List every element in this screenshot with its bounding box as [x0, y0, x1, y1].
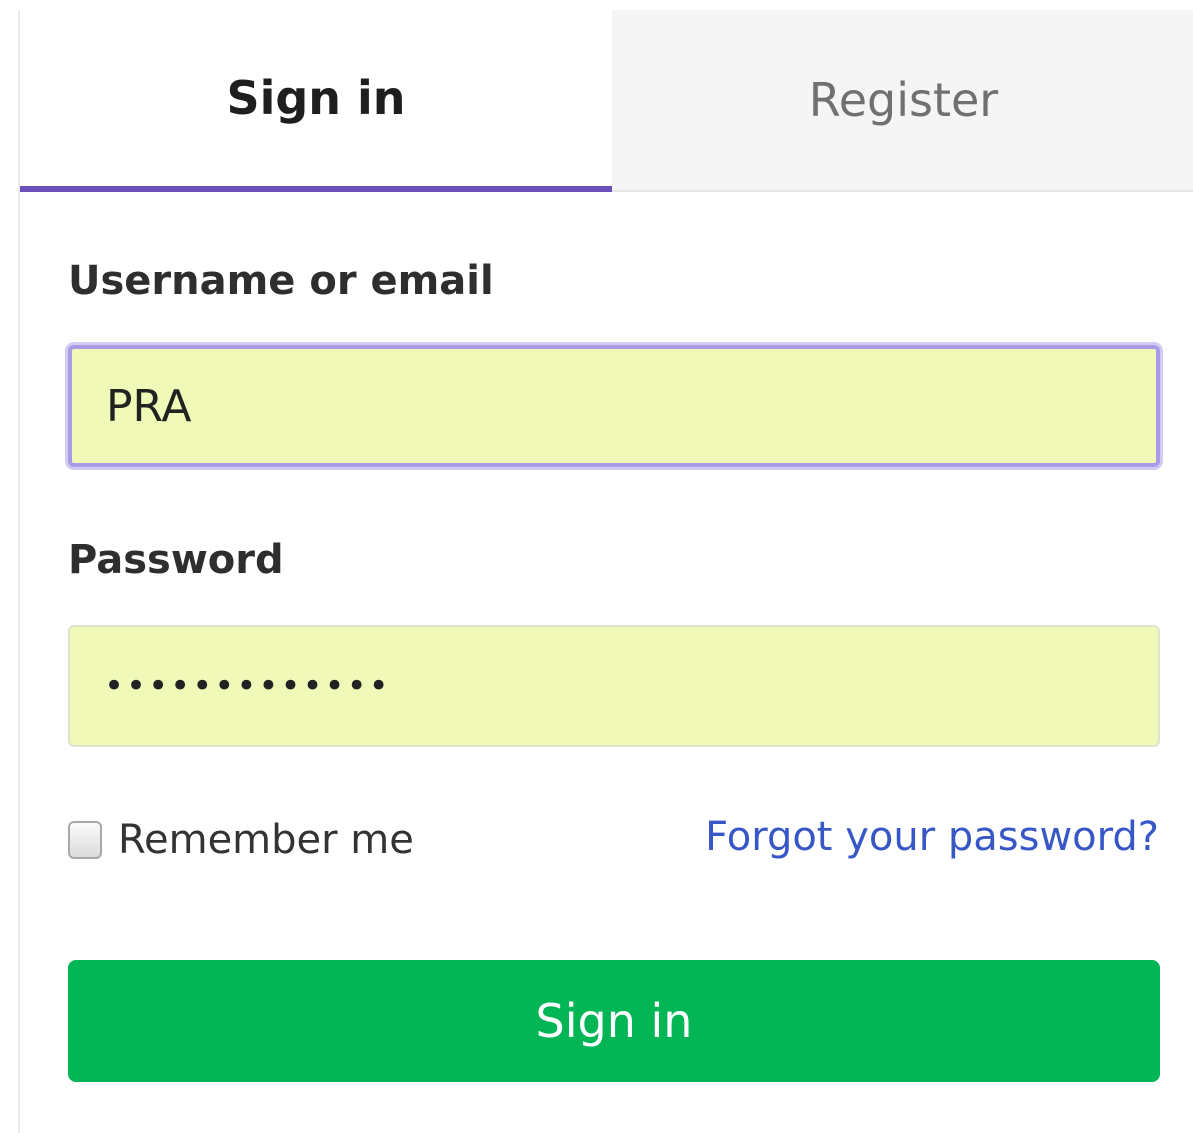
remember-me-checkbox[interactable] [68, 821, 102, 859]
login-panel: Sign in Register Username or email PRA P… [18, 10, 1193, 1133]
login-tabs: Sign in Register [20, 10, 1193, 192]
sign-in-button[interactable]: Sign in [68, 960, 1160, 1082]
username-input[interactable]: PRA [68, 345, 1160, 467]
remember-me-row: Remember me [68, 810, 414, 870]
username-label: Username or email [68, 258, 494, 304]
tab-register[interactable]: Register [612, 10, 1193, 192]
forgot-password-link[interactable]: Forgot your password? [705, 814, 1159, 860]
password-input[interactable]: ••••••••••••• [68, 625, 1160, 747]
password-label: Password [68, 537, 284, 583]
remember-me-label[interactable]: Remember me [118, 817, 414, 863]
tab-sign-in[interactable]: Sign in [20, 10, 612, 192]
